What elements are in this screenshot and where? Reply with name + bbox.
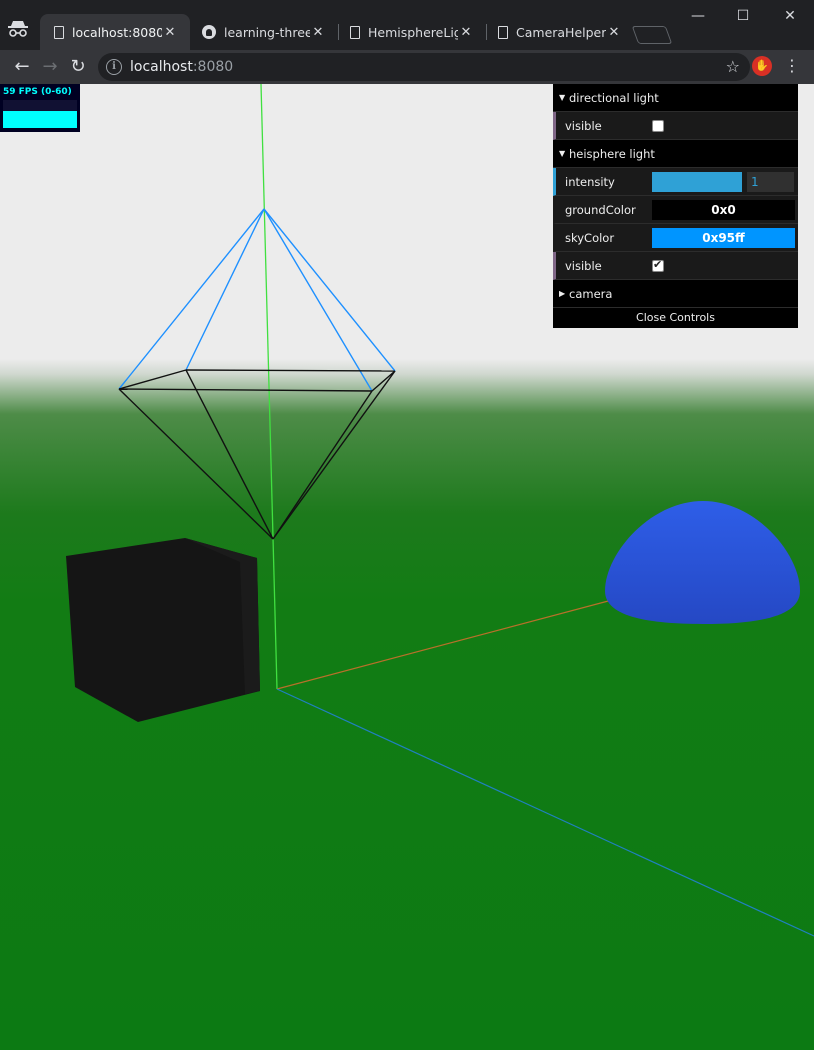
intensity-slider[interactable] xyxy=(652,171,742,192)
address-bar[interactable]: i localhost:8080 ☆ xyxy=(98,53,750,81)
folder-camera[interactable]: ▶ camera xyxy=(553,280,798,308)
property-name: skyColor xyxy=(565,230,615,245)
hemisphere-light-helper xyxy=(118,208,396,540)
close-controls-button[interactable]: Close Controls xyxy=(553,308,798,328)
url-port: :8080 xyxy=(192,59,234,75)
webgl-canvas[interactable]: 59 FPS (0-60) ▼ directional light visibl… xyxy=(0,84,814,1050)
triangle-down-icon: ▼ xyxy=(559,149,566,158)
hemisphere-visible-row: visible xyxy=(553,252,798,280)
fps-text: 59 FPS (0-60) xyxy=(3,87,72,97)
hemisphere-visible-checkbox[interactable] xyxy=(652,258,664,272)
forward-arrow-icon[interactable]: → xyxy=(38,55,62,79)
intensity-input[interactable]: 1 xyxy=(747,171,794,192)
extension-icon[interactable]: ✋ xyxy=(752,56,772,76)
folder-hemisphere-light[interactable]: ▼ heisphere light xyxy=(553,140,798,168)
triangle-right-icon: ▶ xyxy=(559,289,566,298)
x-axis-line xyxy=(276,599,613,690)
triangle-down-icon: ▼ xyxy=(559,93,566,102)
close-icon[interactable]: ✕ xyxy=(606,25,622,40)
bookmark-star-icon[interactable]: ☆ xyxy=(726,57,740,76)
property-name: intensity xyxy=(565,174,615,189)
new-tab-button[interactable] xyxy=(631,26,673,44)
folder-title: heisphere light xyxy=(569,146,655,161)
property-name: groundColor xyxy=(565,202,636,217)
close-icon[interactable]: ✕ xyxy=(458,25,474,40)
maximize-button[interactable]: ☐ xyxy=(721,6,765,26)
directional-visible-row: visible xyxy=(553,112,798,140)
slider-fill xyxy=(652,171,742,192)
sky-color-row: skyColor 0x95ff xyxy=(553,224,798,252)
folder-title: directional light xyxy=(569,90,659,105)
tab-learning-threejs[interactable]: learning-threejs/ ✕ xyxy=(188,14,338,50)
window-close-button[interactable]: ✕ xyxy=(768,6,812,26)
info-icon[interactable]: i xyxy=(106,59,122,75)
url-text: localhost:8080 xyxy=(130,59,233,75)
property-name: visible xyxy=(565,258,602,273)
cube-mesh xyxy=(66,538,260,722)
tab-hemispherelight[interactable]: HemisphereLigh ✕ xyxy=(336,14,486,50)
fps-bar xyxy=(3,111,77,128)
page-icon xyxy=(498,25,508,39)
fps-stats-panel[interactable]: 59 FPS (0-60) xyxy=(0,84,80,132)
url-host: localhost xyxy=(130,59,193,75)
close-icon[interactable]: ✕ xyxy=(310,25,326,40)
tab-title: localhost:8080 xyxy=(72,24,162,40)
folder-title: camera xyxy=(569,286,613,301)
z-axis-line xyxy=(276,688,814,937)
tab-title: learning-threejs/ xyxy=(224,24,310,40)
fps-graph xyxy=(3,100,77,128)
property-name: visible xyxy=(565,118,602,133)
ground-color-input[interactable]: 0x0 xyxy=(652,199,795,220)
kebab-menu-icon[interactable]: ⋮ xyxy=(782,54,802,78)
browser-toolbar: ← → ↻ i localhost:8080 ☆ ✋ ⋮ xyxy=(0,50,814,84)
tab-title: CameraHelper - xyxy=(516,24,606,40)
incognito-icon xyxy=(7,20,29,38)
sky-color-input[interactable]: 0x95ff xyxy=(652,227,795,248)
dat-gui-panel: ▼ directional light visible ▼ heisphere … xyxy=(553,84,798,328)
tab-bar: localhost:8080 ✕ learning-threejs/ ✕ Hem… xyxy=(0,0,814,50)
back-arrow-icon[interactable]: ← xyxy=(10,55,34,79)
hemisphere-mesh xyxy=(605,501,800,624)
directional-visible-checkbox[interactable] xyxy=(652,119,664,132)
minimize-button[interactable]: — xyxy=(676,6,720,26)
page-icon xyxy=(350,25,360,39)
reload-icon[interactable]: ↻ xyxy=(66,55,90,79)
ground-color-row: groundColor 0x0 xyxy=(553,196,798,224)
folder-directional-light[interactable]: ▼ directional light xyxy=(553,84,798,112)
close-icon[interactable]: ✕ xyxy=(162,25,178,40)
tab-title: HemisphereLigh xyxy=(368,24,458,40)
y-axis-line xyxy=(260,84,278,690)
tab-camerahelper[interactable]: CameraHelper - ✕ xyxy=(484,14,634,50)
github-icon xyxy=(202,25,216,39)
page-icon xyxy=(54,25,64,39)
tab-localhost[interactable]: localhost:8080 ✕ xyxy=(40,14,190,50)
intensity-row: intensity 1 xyxy=(553,168,798,196)
